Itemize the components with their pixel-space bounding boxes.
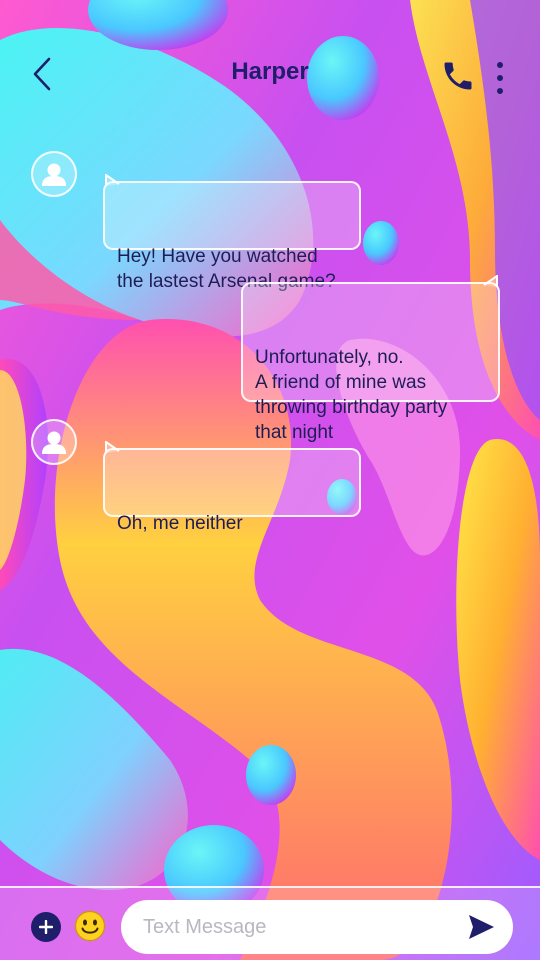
message-text: Oh, me neither	[117, 513, 243, 534]
send-button[interactable]	[466, 912, 502, 944]
phone-icon	[444, 62, 472, 90]
avatar[interactable]	[31, 151, 77, 197]
add-attachment-button[interactable]	[31, 912, 61, 942]
bubble-tail	[105, 174, 120, 186]
chat-header: Harper	[0, 40, 540, 110]
call-button[interactable]	[440, 58, 480, 98]
message-bubble-outgoing[interactable]: Unfortunately, no. A friend of mine was …	[241, 275, 500, 443]
message-bubble-incoming[interactable]: Oh, me neither	[103, 441, 361, 534]
bubble-tail	[483, 275, 498, 287]
message-input[interactable]	[121, 900, 513, 954]
message-bubble-incoming[interactable]: Hey! Have you watched the lastest Arsena…	[103, 174, 361, 292]
bubble-tail	[105, 441, 120, 453]
user-icon	[42, 431, 66, 454]
user-icon	[42, 163, 66, 186]
plus-icon	[39, 920, 53, 934]
emoji-button[interactable]	[74, 910, 106, 942]
more-options-button[interactable]	[488, 58, 512, 98]
message-composer	[0, 886, 540, 960]
emoji-smile-icon	[74, 910, 106, 942]
more-vertical-icon-dot	[497, 88, 503, 94]
more-vertical-icon-dot	[497, 62, 503, 68]
avatar[interactable]	[31, 419, 77, 465]
more-vertical-icon-dot	[497, 75, 503, 81]
send-icon	[469, 915, 494, 939]
